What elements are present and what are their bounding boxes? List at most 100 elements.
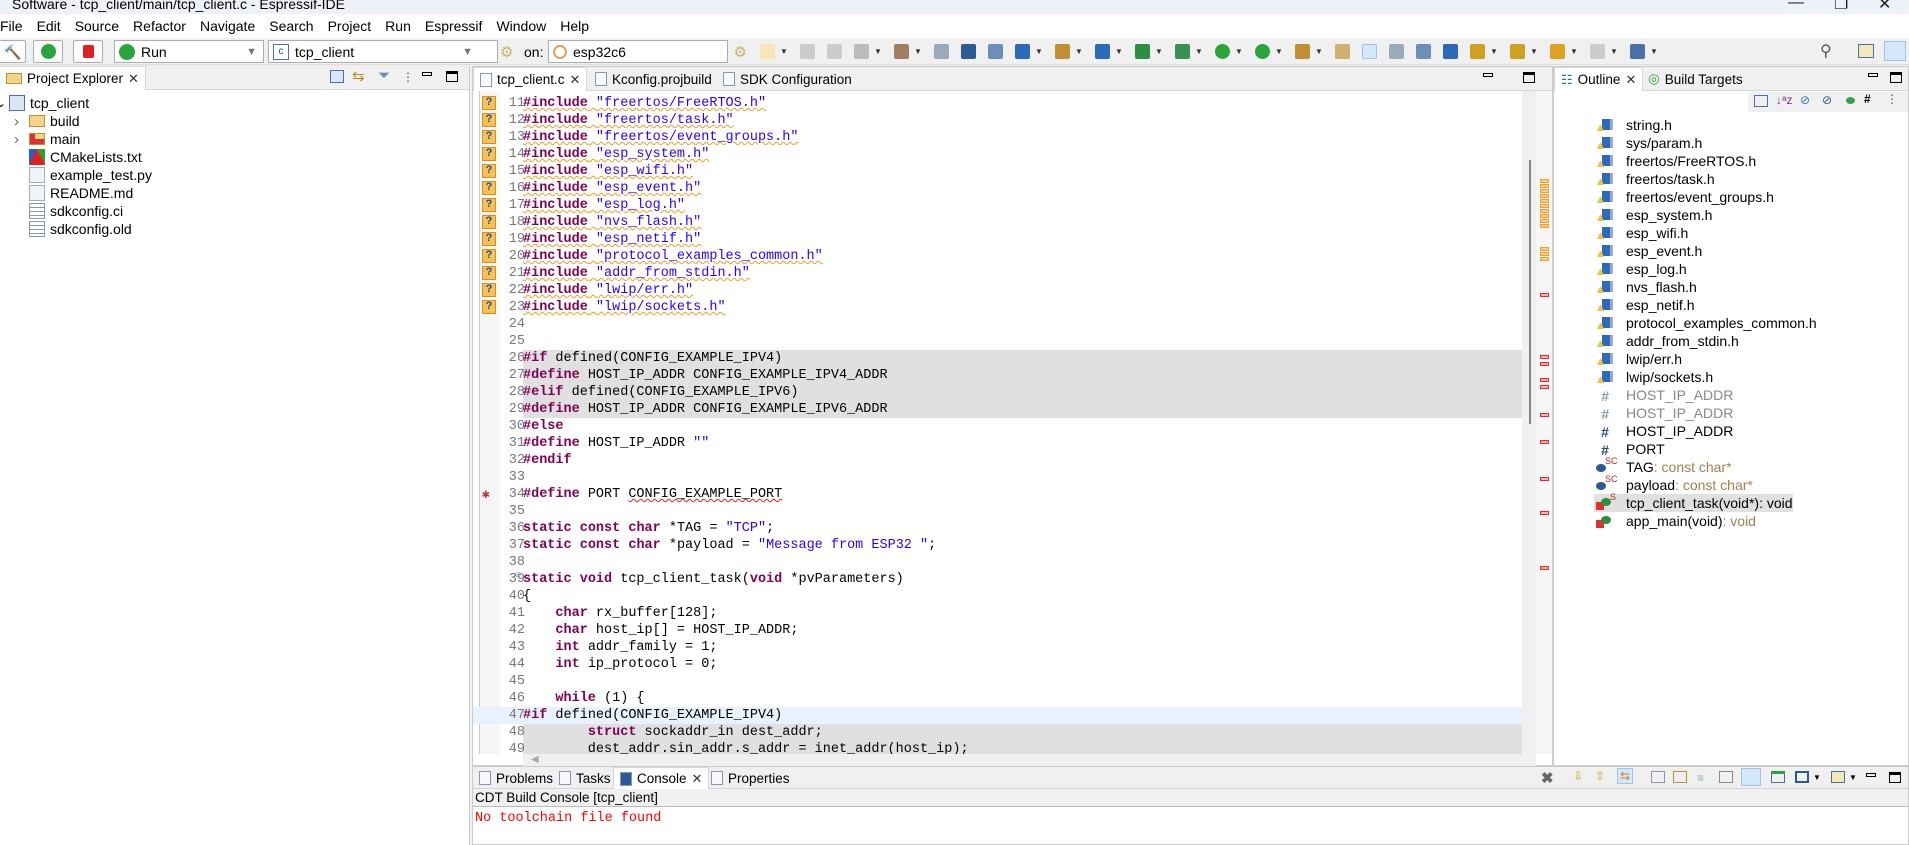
save-all-icon[interactable]: [827, 44, 842, 59]
run-icon[interactable]: [1215, 44, 1230, 59]
launch-target-select[interactable]: esp32c6 ⚙: [548, 40, 747, 63]
new-class-icon[interactable]: [1015, 44, 1030, 59]
warning-marker[interactable]: [1540, 184, 1549, 188]
overview-ruler[interactable]: [1536, 91, 1552, 754]
close-window-button[interactable]: ✕: [1878, 0, 1891, 14]
chevron-down-icon[interactable]: ▼: [1155, 47, 1163, 56]
outline-item[interactable]: esp_log.h: [1594, 260, 1687, 278]
outline-item[interactable]: addr_from_stdin.h: [1594, 332, 1739, 350]
collapse-all-icon[interactable]: [330, 70, 344, 83]
menu-edit[interactable]: Edit: [30, 18, 68, 34]
binary-icon[interactable]: [934, 44, 949, 59]
minimize-icon[interactable]: [1483, 73, 1493, 77]
chevron-down-icon[interactable]: ▼: [1235, 47, 1243, 56]
unresolved-inclusion-icon[interactable]: ?: [482, 147, 496, 161]
search-icon[interactable]: ⚲: [1820, 41, 1832, 61]
collapse-all-icon[interactable]: [1754, 95, 1768, 107]
code-line-13[interactable]: ? 13 #include "freertos/event_groups.h": [473, 129, 1536, 146]
code-line-34[interactable]: ✱ 34 #define PORT CONFIG_EXAMPLE_PORT: [473, 486, 1536, 503]
error-marker[interactable]: [1540, 566, 1549, 570]
tree-item-readme-md[interactable]: README.md: [14, 184, 133, 202]
new-c-project-icon[interactable]: [1135, 44, 1150, 59]
tab-sdk-configuration[interactable]: SDK Configuration: [717, 67, 858, 91]
code-line-11[interactable]: ? 11 #include "freertos/FreeRTOS.h": [473, 95, 1536, 112]
code-line-38[interactable]: 38: [473, 554, 1536, 571]
code-line-37[interactable]: 37 static const char *payload = "Message …: [473, 537, 1536, 554]
code-line-35[interactable]: 35: [473, 503, 1536, 520]
outline-item[interactable]: # HOST_IP_ADDR: [1594, 422, 1733, 440]
tree-item-cmakelists-txt[interactable]: CMakeLists.txt: [14, 148, 142, 166]
outline-item[interactable]: freertos/FreeRTOS.h: [1594, 152, 1756, 170]
code-area[interactable]: ? 11 #include "freertos/FreeRTOS.h"? 12 #inc…: [473, 91, 1536, 754]
filter-icon[interactable]: ⏷: [378, 67, 390, 84]
error-marker[interactable]: [1540, 355, 1549, 359]
c-perspective-button[interactable]: [1884, 41, 1906, 61]
code-line-43[interactable]: 43 int addr_family = 1;: [473, 639, 1536, 656]
code-line-18[interactable]: ? 18 #include "nvs_flash.h": [473, 214, 1536, 231]
tree-item-sdkconfig-old[interactable]: sdkconfig.old: [14, 220, 132, 238]
unresolved-inclusion-icon[interactable]: ?: [482, 300, 496, 314]
link-with-editor-icon[interactable]: ⇆: [352, 67, 365, 85]
chevron-down-icon[interactable]: ▼: [1195, 47, 1203, 56]
menu-espressif[interactable]: Espressif: [418, 18, 490, 34]
pilcrow-icon[interactable]: [1443, 44, 1458, 59]
code-line-32[interactable]: 32 #endif: [473, 452, 1536, 469]
scroll-left-icon[interactable]: ◀: [531, 754, 539, 765]
outline-item[interactable]: sys/param.h: [1594, 134, 1702, 152]
warning-marker[interactable]: [1540, 257, 1549, 261]
open-type-icon[interactable]: [1295, 44, 1310, 59]
tab-project-explorer[interactable]: Project Explorer ✕: [0, 66, 146, 90]
pin-console-icon[interactable]: [1771, 771, 1785, 783]
chevron-down-icon[interactable]: ▼: [1650, 47, 1658, 56]
outline-item[interactable]: string.h: [1594, 116, 1672, 134]
open-console-icon[interactable]: [1795, 771, 1809, 783]
error-marker[interactable]: [1540, 511, 1549, 515]
warning-marker[interactable]: [1540, 199, 1549, 203]
close-icon[interactable]: ✕: [128, 71, 139, 87]
menu-help[interactable]: Help: [553, 18, 596, 34]
chevron-down-icon[interactable]: ▼: [1275, 47, 1283, 56]
display-selected-console-icon[interactable]: [1741, 768, 1761, 786]
tab-console[interactable]: Console ✕: [613, 767, 710, 789]
open-perspective-icon[interactable]: [1858, 44, 1874, 58]
maximize-icon[interactable]: [1889, 772, 1901, 783]
toggle-block-icon[interactable]: [1389, 44, 1404, 59]
menu-search[interactable]: Search: [262, 18, 320, 34]
code-line-42[interactable]: 42 char host_ip[] = HOST_IP_ADDR;: [473, 622, 1536, 639]
maximize-icon[interactable]: [446, 71, 458, 82]
back-icon[interactable]: [1550, 44, 1565, 59]
new-console-icon[interactable]: [1831, 771, 1845, 783]
new-source-folder-icon[interactable]: [1055, 44, 1070, 59]
unresolved-inclusion-icon[interactable]: ?: [482, 96, 496, 110]
save-icon[interactable]: [800, 44, 815, 59]
new-icon[interactable]: [760, 44, 775, 59]
highlight-icon[interactable]: [1362, 44, 1377, 59]
code-line-19[interactable]: ? 19 #include "esp_netif.h": [473, 231, 1536, 248]
settings-icon[interactable]: [854, 44, 869, 59]
collapse-chevron-icon[interactable]: ›: [14, 131, 24, 148]
hide-macros-icon[interactable]: #: [1864, 92, 1871, 106]
tab-kconfig-projbuild[interactable]: Kconfig.projbuild: [589, 67, 718, 91]
chevron-down-icon[interactable]: ▼: [780, 47, 788, 56]
new-file-icon[interactable]: [1095, 44, 1110, 59]
minimize-button[interactable]: —: [1788, 0, 1804, 12]
unresolved-inclusion-icon[interactable]: ?: [482, 249, 496, 263]
warning-marker[interactable]: [1540, 214, 1549, 218]
chevron-down-icon[interactable]: ▼: [1035, 47, 1043, 56]
code-line-48[interactable]: 48 struct sockaddr_in dest_addr;: [473, 724, 1536, 741]
restore-button[interactable]: ❐: [1834, 0, 1848, 14]
code-line-49[interactable]: 49 dest_addr.sin_addr.s_addr = inet_addr…: [473, 741, 1536, 754]
code-line-33[interactable]: 33: [473, 469, 1536, 486]
minimize-icon[interactable]: [1868, 73, 1878, 77]
menu-refactor[interactable]: Refactor: [126, 18, 193, 34]
menu-source[interactable]: Source: [68, 18, 126, 34]
code-line-15[interactable]: ? 15 #include "esp_wifi.h": [473, 163, 1536, 180]
fold-icon[interactable]: ⊖: [515, 568, 521, 585]
warning-marker[interactable]: [1540, 247, 1549, 251]
chevron-down-icon[interactable]: ▼: [1530, 47, 1538, 56]
tree-item-tcp-client[interactable]: ⌄ tcp_client: [0, 94, 89, 112]
menu-run[interactable]: Run: [378, 18, 418, 34]
terminal-icon[interactable]: [961, 44, 976, 59]
tab-problems[interactable]: Problems: [473, 767, 559, 789]
outline-item[interactable]: # HOST_IP_ADDR: [1594, 386, 1733, 404]
